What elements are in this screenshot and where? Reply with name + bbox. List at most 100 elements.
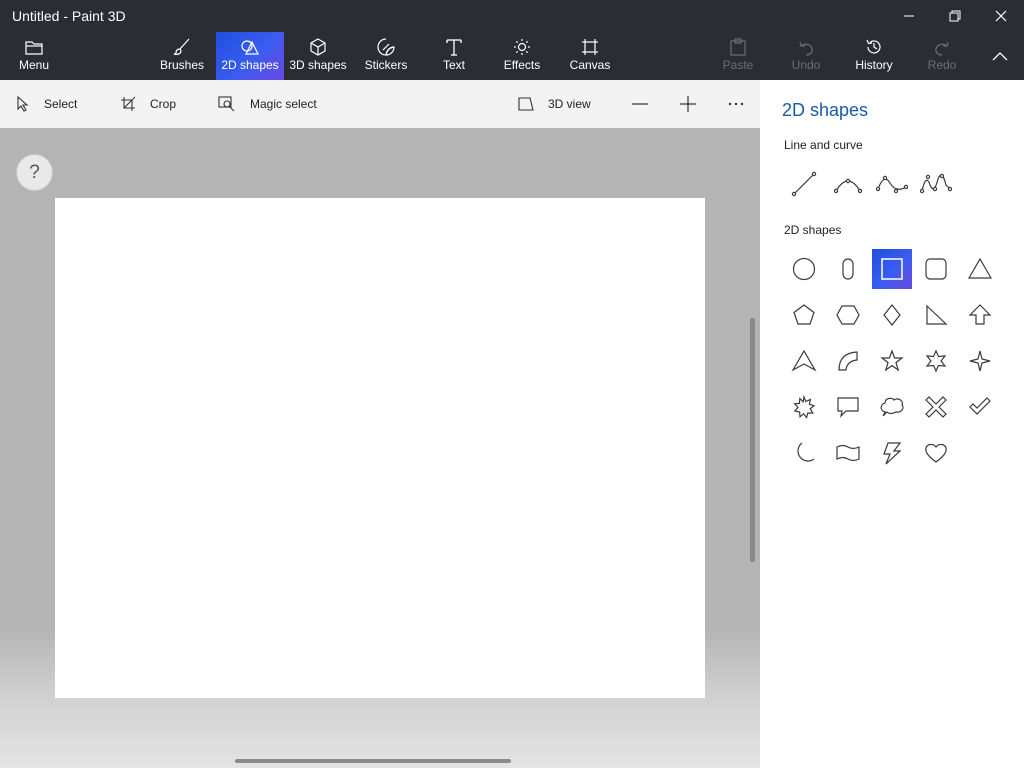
tab-effects-label: Effects (503, 58, 541, 72)
banner-icon (836, 444, 860, 462)
star-4-shape[interactable] (960, 341, 1000, 381)
arrowhead-shape[interactable] (784, 341, 824, 381)
plus-icon (680, 96, 696, 112)
rounded-square-shape[interactable] (916, 249, 956, 289)
crop-icon (121, 96, 136, 111)
history-label: History (855, 58, 893, 72)
undo-label: Undo (791, 58, 821, 72)
restore-icon (949, 10, 961, 22)
heart-icon (925, 443, 947, 463)
sticker-icon (377, 38, 395, 56)
tab-text[interactable]: Text (436, 32, 472, 80)
history-icon (866, 39, 881, 54)
square-icon (881, 258, 903, 280)
more-icon (728, 102, 744, 106)
curve-3-tool[interactable] (872, 164, 912, 204)
help-button[interactable]: ? (16, 154, 53, 191)
checkmark-icon (969, 397, 991, 415)
banner-shape[interactable] (828, 433, 868, 473)
tab-2d-shapes[interactable]: 2D shapes (216, 32, 284, 80)
shapes-section-label: 2D shapes (784, 223, 842, 237)
drawing-canvas[interactable] (55, 198, 705, 698)
tab-canvas-label: Canvas (569, 58, 611, 72)
right-triangle-shape[interactable] (916, 295, 956, 335)
more-options-button[interactable] (728, 80, 744, 128)
tab-brushes[interactable]: Brushes (156, 32, 208, 80)
arrow-up-shape[interactable] (960, 295, 1000, 335)
pentagon-shape[interactable] (784, 295, 824, 335)
redo-button[interactable]: Redo (920, 32, 964, 80)
diamond-icon (883, 304, 901, 326)
magic-select-label: Magic select (250, 97, 317, 111)
chevron-up-icon (992, 52, 1008, 61)
crop-label: Crop (150, 97, 177, 111)
heart-shape[interactable] (916, 433, 956, 473)
crop-button[interactable]: Crop (120, 80, 176, 128)
thought-bubble-icon (880, 397, 904, 417)
crescent-shape[interactable] (784, 433, 824, 473)
brush-icon (173, 38, 190, 55)
right-triangle-icon (926, 304, 948, 325)
select-button[interactable]: Select (16, 80, 77, 128)
cube-icon (310, 38, 326, 56)
hexagon-icon (836, 305, 860, 325)
magic-select-icon (218, 96, 235, 112)
paste-button[interactable]: Paste (716, 32, 760, 80)
curve-icon (834, 178, 862, 194)
crescent-icon (797, 442, 815, 462)
circle-shape[interactable] (784, 249, 824, 289)
pill-shape[interactable] (828, 249, 868, 289)
minimize-button[interactable] (886, 0, 932, 32)
undo-icon (799, 41, 813, 56)
hexagon-shape[interactable] (828, 295, 868, 335)
zoom-in-button[interactable] (680, 80, 696, 128)
diamond-shape[interactable] (872, 295, 912, 335)
cross-shape[interactable] (916, 387, 956, 427)
undo-button[interactable]: Undo (784, 32, 828, 80)
menu-button[interactable]: Menu (12, 32, 56, 80)
paste-label: Paste (722, 58, 754, 72)
sun-icon (514, 39, 530, 55)
line-section-label: Line and curve (784, 138, 863, 152)
workspace[interactable]: ? (0, 128, 760, 768)
square-shape[interactable] (872, 249, 912, 289)
wave-curve-icon (920, 173, 952, 194)
zoom-out-button[interactable] (632, 80, 648, 128)
curve-tool[interactable] (828, 164, 868, 204)
lightning-shape[interactable] (872, 433, 912, 473)
four-point-star-icon (969, 350, 991, 372)
star-5-shape[interactable] (872, 341, 912, 381)
curve-4-tool[interactable] (916, 164, 956, 204)
pill-icon (842, 258, 854, 280)
restore-button[interactable] (932, 0, 978, 32)
tab-stickers[interactable]: Stickers (362, 32, 410, 80)
title-bar: Untitled - Paint 3D (0, 0, 1024, 32)
minimize-icon (904, 15, 914, 17)
history-button[interactable]: History (850, 32, 898, 80)
burst-icon (793, 395, 816, 419)
pentagon-icon (793, 304, 815, 325)
2d-shapes-icon (241, 40, 259, 55)
speech-bubble-shape[interactable] (828, 387, 868, 427)
thought-bubble-shape[interactable] (872, 387, 912, 427)
line-icon (791, 171, 817, 197)
star-6-shape[interactable] (916, 341, 956, 381)
checkmark-shape[interactable] (960, 387, 1000, 427)
quarter-circle-shape[interactable] (828, 341, 868, 381)
line-tool[interactable] (784, 164, 824, 204)
close-button[interactable] (978, 0, 1024, 32)
tab-3d-shapes[interactable]: 3D shapes (288, 32, 348, 80)
canvas-icon (582, 39, 598, 55)
collapse-ribbon-button[interactable] (980, 32, 1020, 80)
cross-icon (925, 396, 947, 418)
triangle-shape[interactable] (960, 249, 1000, 289)
horizontal-scrollbar[interactable] (235, 759, 511, 763)
lightning-icon (883, 442, 902, 465)
burst-shape[interactable] (784, 387, 824, 427)
magic-select-button[interactable]: Magic select (218, 80, 317, 128)
3d-view-button[interactable]: 3D view (518, 80, 591, 128)
vertical-scrollbar[interactable] (750, 318, 755, 562)
tab-effects[interactable]: Effects (500, 32, 544, 80)
arrowhead-icon (791, 349, 817, 372)
tab-canvas[interactable]: Canvas (568, 32, 612, 80)
